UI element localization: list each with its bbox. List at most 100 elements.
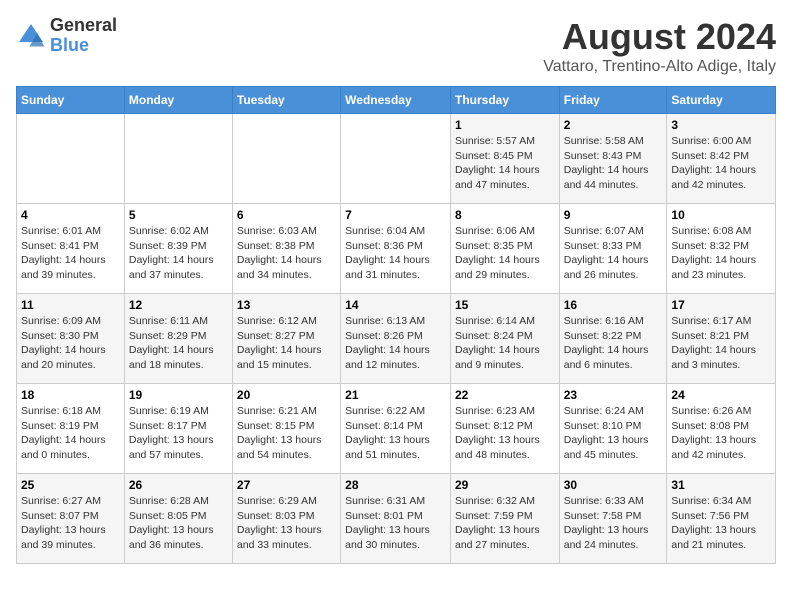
day-detail: Sunrise: 6:11 AM Sunset: 8:29 PM Dayligh… xyxy=(129,314,228,373)
week-row-2: 4 Sunrise: 6:01 AM Sunset: 8:41 PM Daylig… xyxy=(17,204,776,294)
day-number: 5 xyxy=(129,208,228,222)
page-subtitle: Vattaro, Trentino-Alto Adige, Italy xyxy=(543,58,776,76)
day-number: 6 xyxy=(237,208,336,222)
day-number: 31 xyxy=(671,478,771,492)
day-number: 27 xyxy=(237,478,336,492)
header-col-monday: Monday xyxy=(124,87,232,114)
header-col-thursday: Thursday xyxy=(450,87,559,114)
calendar-cell: 11 Sunrise: 6:09 AM Sunset: 8:30 PM Dayli… xyxy=(17,294,125,384)
calendar-cell: 29 Sunrise: 6:32 AM Sunset: 7:59 PM Dayli… xyxy=(450,474,559,564)
day-number: 21 xyxy=(345,388,446,402)
logo-icon xyxy=(16,21,46,51)
day-detail: Sunrise: 6:32 AM Sunset: 7:59 PM Dayligh… xyxy=(455,494,555,553)
day-number: 3 xyxy=(671,118,771,132)
day-detail: Sunrise: 6:14 AM Sunset: 8:24 PM Dayligh… xyxy=(455,314,555,373)
day-detail: Sunrise: 6:19 AM Sunset: 8:17 PM Dayligh… xyxy=(129,404,228,463)
calendar-cell: 31 Sunrise: 6:34 AM Sunset: 7:56 PM Dayli… xyxy=(667,474,776,564)
calendar-cell: 13 Sunrise: 6:12 AM Sunset: 8:27 PM Dayli… xyxy=(232,294,340,384)
day-number: 8 xyxy=(455,208,555,222)
calendar-cell: 4 Sunrise: 6:01 AM Sunset: 8:41 PM Daylig… xyxy=(17,204,125,294)
calendar-cell: 12 Sunrise: 6:11 AM Sunset: 8:29 PM Dayli… xyxy=(124,294,232,384)
calendar-table: SundayMondayTuesdayWednesdayThursdayFrid… xyxy=(16,86,776,564)
day-detail: Sunrise: 6:22 AM Sunset: 8:14 PM Dayligh… xyxy=(345,404,446,463)
calendar-cell: 8Sunrise: 6:06 AM Sunset: 8:35 PM Daylig… xyxy=(450,204,559,294)
day-detail: Sunrise: 6:31 AM Sunset: 8:01 PM Dayligh… xyxy=(345,494,446,553)
day-number: 28 xyxy=(345,478,446,492)
header-col-wednesday: Wednesday xyxy=(341,87,451,114)
logo-general: General xyxy=(50,16,117,36)
day-number: 14 xyxy=(345,298,446,312)
day-detail: Sunrise: 6:29 AM Sunset: 8:03 PM Dayligh… xyxy=(237,494,336,553)
header-col-saturday: Saturday xyxy=(667,87,776,114)
calendar-cell: 28 Sunrise: 6:31 AM Sunset: 8:01 PM Dayli… xyxy=(341,474,451,564)
day-detail: Sunrise: 6:08 AM Sunset: 8:32 PM Dayligh… xyxy=(671,224,771,283)
calendar-cell: 1 Sunrise: 5:57 AM Sunset: 8:45 PM Daylig… xyxy=(450,114,559,204)
day-number: 4 xyxy=(21,208,120,222)
calendar-cell: 5 Sunrise: 6:02 AM Sunset: 8:39 PM Daylig… xyxy=(124,204,232,294)
calendar-cell: 20 Sunrise: 6:21 AM Sunset: 8:15 PM Dayli… xyxy=(232,384,340,474)
day-number: 20 xyxy=(237,388,336,402)
logo: General Blue xyxy=(16,16,117,56)
day-number: 13 xyxy=(237,298,336,312)
calendar-cell: 16Sunrise: 6:16 AM Sunset: 8:22 PM Dayli… xyxy=(559,294,667,384)
day-detail: Sunrise: 6:21 AM Sunset: 8:15 PM Dayligh… xyxy=(237,404,336,463)
calendar-cell: 18 Sunrise: 6:18 AM Sunset: 8:19 PM Dayli… xyxy=(17,384,125,474)
day-detail: Sunrise: 6:26 AM Sunset: 8:08 PM Dayligh… xyxy=(671,404,771,463)
calendar-cell: 17 Sunrise: 6:17 AM Sunset: 8:21 PM Dayli… xyxy=(667,294,776,384)
day-detail: Sunrise: 5:57 AM Sunset: 8:45 PM Dayligh… xyxy=(455,134,555,193)
day-number: 7 xyxy=(345,208,446,222)
day-detail: Sunrise: 6:12 AM Sunset: 8:27 PM Dayligh… xyxy=(237,314,336,373)
day-number: 30 xyxy=(564,478,663,492)
day-detail: Sunrise: 6:24 AM Sunset: 8:10 PM Dayligh… xyxy=(564,404,663,463)
day-number: 9 xyxy=(564,208,663,222)
calendar-body: 1 Sunrise: 5:57 AM Sunset: 8:45 PM Daylig… xyxy=(17,114,776,564)
day-detail: Sunrise: 6:18 AM Sunset: 8:19 PM Dayligh… xyxy=(21,404,120,463)
day-number: 29 xyxy=(455,478,555,492)
day-number: 10 xyxy=(671,208,771,222)
day-number: 26 xyxy=(129,478,228,492)
day-detail: Sunrise: 6:03 AM Sunset: 8:38 PM Dayligh… xyxy=(237,224,336,283)
day-detail: Sunrise: 6:01 AM Sunset: 8:41 PM Dayligh… xyxy=(21,224,120,283)
title-block: August 2024 Vattaro, Trentino-Alto Adige… xyxy=(543,16,776,76)
calendar-cell xyxy=(124,114,232,204)
logo-text: General Blue xyxy=(50,16,117,56)
day-number: 17 xyxy=(671,298,771,312)
day-detail: Sunrise: 6:33 AM Sunset: 7:58 PM Dayligh… xyxy=(564,494,663,553)
day-detail: Sunrise: 6:16 AM Sunset: 8:22 PM Dayligh… xyxy=(564,314,663,373)
day-number: 11 xyxy=(21,298,120,312)
day-number: 2 xyxy=(564,118,663,132)
calendar-cell: 10 Sunrise: 6:08 AM Sunset: 8:32 PM Dayli… xyxy=(667,204,776,294)
day-number: 15 xyxy=(455,298,555,312)
day-detail: Sunrise: 6:09 AM Sunset: 8:30 PM Dayligh… xyxy=(21,314,120,373)
day-detail: Sunrise: 6:07 AM Sunset: 8:33 PM Dayligh… xyxy=(564,224,663,283)
calendar-cell: 27 Sunrise: 6:29 AM Sunset: 8:03 PM Dayli… xyxy=(232,474,340,564)
calendar-cell: 24Sunrise: 6:26 AM Sunset: 8:08 PM Dayli… xyxy=(667,384,776,474)
calendar-header: SundayMondayTuesdayWednesdayThursdayFrid… xyxy=(17,87,776,114)
calendar-cell: 7Sunrise: 6:04 AM Sunset: 8:36 PM Daylig… xyxy=(341,204,451,294)
header-col-friday: Friday xyxy=(559,87,667,114)
calendar-cell: 25 Sunrise: 6:27 AM Sunset: 8:07 PM Dayli… xyxy=(17,474,125,564)
calendar-cell: 14Sunrise: 6:13 AM Sunset: 8:26 PM Dayli… xyxy=(341,294,451,384)
calendar-cell: 19Sunrise: 6:19 AM Sunset: 8:17 PM Dayli… xyxy=(124,384,232,474)
day-number: 1 xyxy=(455,118,555,132)
day-detail: Sunrise: 6:27 AM Sunset: 8:07 PM Dayligh… xyxy=(21,494,120,553)
day-number: 25 xyxy=(21,478,120,492)
calendar-cell: 21 Sunrise: 6:22 AM Sunset: 8:14 PM Dayli… xyxy=(341,384,451,474)
calendar-cell xyxy=(17,114,125,204)
week-row-5: 25 Sunrise: 6:27 AM Sunset: 8:07 PM Dayli… xyxy=(17,474,776,564)
day-detail: Sunrise: 6:02 AM Sunset: 8:39 PM Dayligh… xyxy=(129,224,228,283)
calendar-cell: 22 Sunrise: 6:23 AM Sunset: 8:12 PM Dayli… xyxy=(450,384,559,474)
day-detail: Sunrise: 5:58 AM Sunset: 8:43 PM Dayligh… xyxy=(564,134,663,193)
page-header: General Blue August 2024 Vattaro, Trenti… xyxy=(16,16,776,76)
day-number: 22 xyxy=(455,388,555,402)
header-col-sunday: Sunday xyxy=(17,87,125,114)
day-detail: Sunrise: 6:17 AM Sunset: 8:21 PM Dayligh… xyxy=(671,314,771,373)
day-detail: Sunrise: 6:23 AM Sunset: 8:12 PM Dayligh… xyxy=(455,404,555,463)
page-title: August 2024 xyxy=(543,16,776,58)
calendar-cell: 3Sunrise: 6:00 AM Sunset: 8:42 PM Daylig… xyxy=(667,114,776,204)
day-number: 18 xyxy=(21,388,120,402)
day-detail: Sunrise: 6:34 AM Sunset: 7:56 PM Dayligh… xyxy=(671,494,771,553)
day-number: 12 xyxy=(129,298,228,312)
calendar-cell: 6 Sunrise: 6:03 AM Sunset: 8:38 PM Daylig… xyxy=(232,204,340,294)
week-row-1: 1 Sunrise: 5:57 AM Sunset: 8:45 PM Daylig… xyxy=(17,114,776,204)
